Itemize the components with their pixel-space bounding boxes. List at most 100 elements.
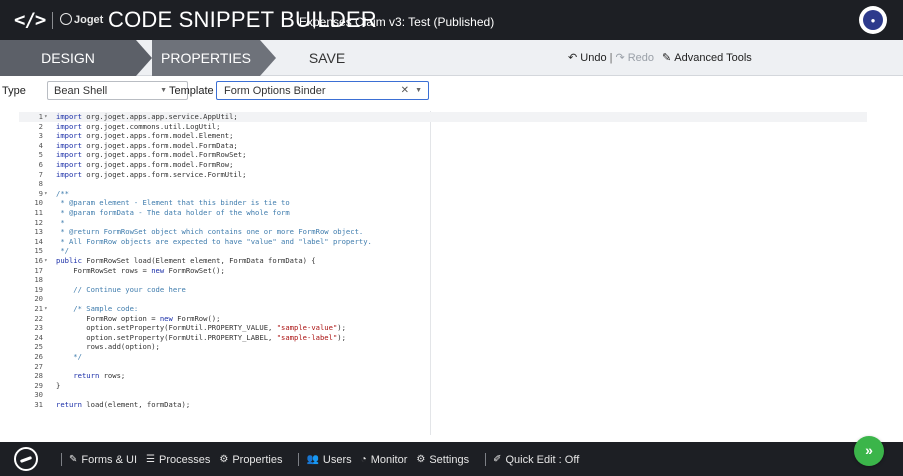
line-number: 15 — [34, 246, 43, 256]
cogs-icon: ⚙ — [416, 454, 426, 465]
app-logo[interactable]: </> — [14, 9, 46, 31]
admin-bar-item-label: Processes — [158, 453, 211, 466]
code-line[interactable]: 24 option.setProperty(FormUtil.PROPERTY_… — [19, 333, 867, 343]
fold-toggle-icon[interactable]: ▾ — [44, 256, 48, 266]
code-line[interactable]: 19 // Continue your code here — [19, 285, 867, 295]
admin-bar-item-settings[interactable]: ⚙ Settings — [416, 454, 469, 466]
admin-bar-item-properties[interactable]: ⚙ Properties — [219, 454, 282, 466]
code-text: import org.joget.commons.util.LogUtil; — [56, 121, 221, 131]
joget-logo-icon[interactable] — [14, 447, 38, 471]
admin-bar-item-label: Users — [322, 453, 352, 466]
admin-bar-item-monitor[interactable]: ◔ Monitor — [361, 454, 408, 466]
line-number: 13 — [34, 227, 43, 237]
code-text: return load(element, formData); — [56, 400, 191, 409]
code-line[interactable]: 1 ▾ import org.joget.apps.app.service.AppU… — [19, 112, 867, 122]
code-line[interactable]: 17 FormRowSet rows = new FormRowSet(); — [19, 266, 867, 276]
line-number: 11 — [34, 208, 43, 217]
code-line[interactable]: 4 import org.joget.apps.form.model.FormDa… — [19, 141, 867, 151]
admin-bar-item-label: Monitor — [370, 453, 408, 466]
joget-brand[interactable]: Joget — [60, 13, 103, 26]
code-line[interactable]: 22 FormRow option = new FormRow(); — [19, 314, 867, 324]
admin-bar-item-label: Properties — [232, 453, 283, 466]
advanced-tools-label: Advanced Tools — [674, 52, 752, 64]
builder-tabs-bar: DESIGN PROPERTIES SAVE — [0, 40, 903, 76]
code-line[interactable]: 15 */ — [19, 246, 867, 256]
gear-icon: ⚙ — [219, 454, 229, 465]
code-text: import org.joget.apps.form.model.Element… — [56, 131, 234, 141]
code-line[interactable]: 31 return load(element, formData); — [19, 400, 867, 410]
undo-icon: ↶ — [568, 52, 578, 64]
code-line[interactable]: 3 import org.joget.apps.form.model.Elemen… — [19, 131, 867, 141]
line-number: 7 — [38, 169, 43, 179]
code-line[interactable]: 18 — [19, 275, 867, 285]
code-line[interactable]: 6 import org.joget.apps.form.model.FormRo… — [19, 160, 867, 170]
admin-bar-item-quick-edit[interactable]: ✐ Quick Edit : Off — [493, 454, 579, 466]
code-text: return rows; — [73, 371, 126, 381]
tab-design-arrow — [136, 40, 152, 76]
clear-icon[interactable]: ✕ — [401, 85, 409, 96]
code-line[interactable]: 27 — [19, 362, 867, 372]
line-number: 8 — [38, 179, 43, 189]
code-text: // Continue your code here — [56, 284, 186, 294]
tab-save[interactable]: SAVE — [282, 40, 372, 76]
admin-bar-divider — [298, 453, 300, 466]
line-number: 4 — [38, 140, 43, 150]
undo-button[interactable]: ↶ Undo — [568, 51, 607, 64]
code-line[interactable]: 25 rows.add(option); — [19, 342, 867, 352]
tab-design[interactable]: DESIGN — [0, 40, 136, 76]
fold-toggle-icon[interactable]: ▾ — [44, 112, 48, 122]
code-line[interactable]: 14 * All FormRow objects are expected to… — [19, 237, 867, 247]
list-icon: ☰ — [146, 454, 155, 465]
advanced-tools-button[interactable]: ✎ Advanced Tools — [662, 51, 752, 64]
code-text: FormRow option = new FormRow(); — [56, 313, 221, 323]
expand-button[interactable]: » — [854, 436, 884, 466]
code-line[interactable]: 28 return rows; — [19, 371, 867, 381]
code-line[interactable]: 16 ▾ public FormRowSet load(Element elemen… — [19, 256, 867, 266]
code-line[interactable]: 2 import org.joget.commons.util.LogUtil; — [19, 122, 867, 132]
redo-label: Redo — [627, 52, 655, 64]
line-number: 21 — [34, 304, 43, 313]
code-text: public FormRowSet load(Element element, … — [56, 256, 316, 265]
code-text: /** — [56, 188, 69, 198]
code-line[interactable]: 26 */ — [19, 352, 867, 362]
code-text: } — [56, 380, 61, 390]
code-editor[interactable]: 1 ▾ import org.joget.apps.app.service.AppU… — [19, 111, 867, 435]
admin-bar-item-users[interactable]: 👥 Users — [306, 454, 351, 466]
code-text: */ — [56, 352, 82, 361]
code-line[interactable]: 7 import org.joget.apps.form.service.Form… — [19, 170, 867, 180]
line-number: 1 — [38, 112, 43, 121]
line-number: 12 — [34, 217, 43, 227]
code-line[interactable]: 12 * — [19, 218, 867, 228]
admin-bar-item-forms[interactable]: ✎ Forms & UI — [69, 454, 137, 466]
code-line[interactable]: 23 option.setProperty(FormUtil.PROPERTY_… — [19, 323, 867, 333]
admin-bar-item-processes[interactable]: ☰ Processes — [146, 454, 210, 466]
avatar-badge: ● — [863, 10, 883, 30]
line-number: 14 — [34, 236, 43, 246]
fold-toggle-icon[interactable]: ▾ — [44, 304, 48, 314]
pencil-icon: ✐ — [493, 454, 502, 465]
joget-brand-label: Joget — [74, 14, 104, 26]
fold-toggle-icon[interactable]: ▾ — [44, 189, 48, 199]
code-line[interactable]: 11 * @param formData - The data holder o… — [19, 208, 867, 218]
code-text: /* Sample code: — [56, 304, 139, 313]
code-line[interactable]: 5 import org.joget.apps.form.model.FormRo… — [19, 150, 867, 160]
admin-bar-item-label: Quick Edit : Off — [505, 453, 580, 466]
code-line[interactable]: 29} — [19, 381, 867, 391]
code-line[interactable]: 30 — [19, 390, 867, 400]
code-line[interactable]: 20 — [19, 294, 867, 304]
type-select[interactable]: Bean Shell ▼ — [47, 81, 188, 100]
top-header: </> Joget CODE SNIPPET BUILDER Expenses … — [0, 0, 903, 40]
code-line[interactable]: 10 * @param element - Element that this … — [19, 198, 867, 208]
tab-properties[interactable]: PROPERTIES — [152, 40, 260, 76]
code-line[interactable]: 8 — [19, 179, 867, 189]
admin-bar-divider — [485, 453, 487, 466]
admin-bar-item-label: Settings — [429, 453, 470, 466]
code-line[interactable]: 9 ▾ /** — [19, 189, 867, 199]
code-line[interactable]: 21 ▾ /* Sample code: — [19, 304, 867, 314]
line-number: 20 — [34, 294, 43, 304]
redo-button[interactable]: ↷ Redo — [615, 51, 654, 64]
template-select[interactable]: Form Options Binder ✕ ▼ — [216, 81, 429, 100]
avatar[interactable]: ● — [859, 6, 887, 34]
line-number: 2 — [38, 121, 43, 131]
code-line[interactable]: 13 * @return FormRowSet object which con… — [19, 227, 867, 237]
